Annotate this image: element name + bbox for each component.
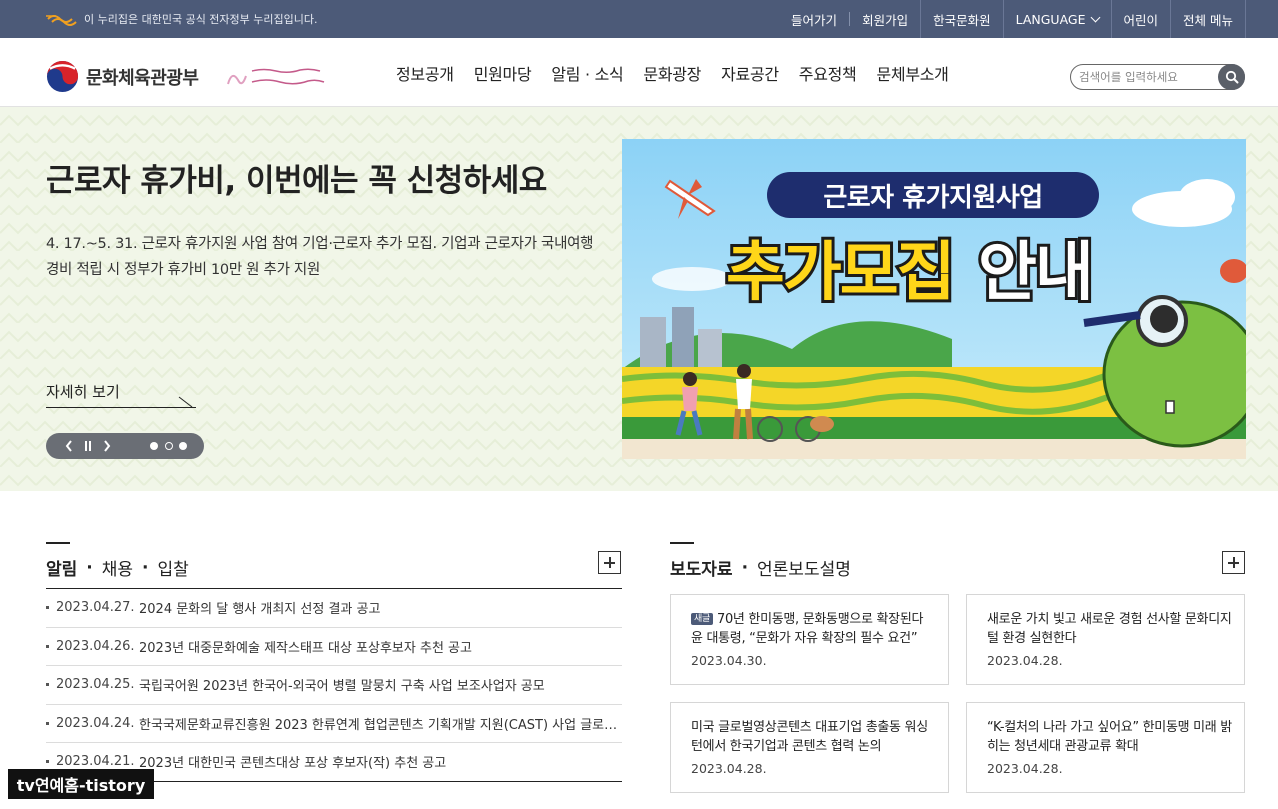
- slide-dot[interactable]: [179, 442, 187, 450]
- site-logo[interactable]: 문화체육관광부: [46, 60, 199, 93]
- bullet: [46, 606, 49, 610]
- item-title: 국립국어원 2023년 한국어-외국어 병렬 말뭉치 구축 사업 보조사업자 공…: [139, 679, 545, 695]
- hero-more-link[interactable]: 자세히 보기: [46, 381, 196, 408]
- gov-emblem-icon: [46, 15, 77, 26]
- banner-headline: 근로자 휴가지원사업: [767, 172, 1099, 218]
- utility-menu: 들어가기 회원가입 한국문화원 LANGUAGE 어린이 전체 메뉴: [779, 0, 1246, 38]
- notice-list: 2023.04.27. 2024 문화의 달 행사 개최지 선정 결과 공고 2…: [46, 588, 622, 782]
- chevron-left-icon: [65, 440, 72, 452]
- list-item[interactable]: 2023.04.24. 한국국제문화교류진흥원 2023 한류연계 협업콘텐츠 …: [46, 705, 622, 743]
- pause-slide-button[interactable]: [79, 433, 97, 459]
- section-accent-bar: [46, 542, 70, 544]
- notices-more-button[interactable]: [598, 551, 621, 574]
- search-icon: [1225, 70, 1238, 84]
- item-title: 2023년 대한민국 콘텐츠대상 포상 후보자(작) 추천 공고: [139, 756, 447, 772]
- press-card[interactable]: “K-컬처의 나라 가고 싶어요” 한미동맹 미래 밝히는 청년세대 관광교류 …: [966, 702, 1245, 793]
- item-title: 2024 문화의 달 행사 개최지 선정 결과 공고: [139, 602, 381, 618]
- korean-culture-center-link[interactable]: 한국문화원: [920, 0, 1003, 38]
- tab-separator: ·: [741, 557, 749, 578]
- tab-separator: ·: [86, 557, 93, 578]
- press-card-date: 2023.04.28.: [691, 761, 767, 776]
- nav-key-policies[interactable]: 주요정책: [799, 61, 857, 85]
- tab-separator: ·: [142, 557, 149, 578]
- press-card[interactable]: 새로운 가치 빛고 새로운 경험 선사할 문화디지털 환경 실현한다 2023.…: [966, 594, 1245, 685]
- watermark: tv연예홈-tistory: [8, 769, 154, 799]
- search-input[interactable]: [1079, 67, 1219, 87]
- item-date: 2023.04.27.: [56, 600, 135, 616]
- gov-notice: 이 누리집은 대한민국 공식 전자정부 누리집입니다.: [46, 0, 318, 38]
- hero-banner-image[interactable]: 근로자 휴가지원사업 추가모집 안내: [622, 139, 1246, 459]
- press-card-title-text: 70년 한미동맹, 문화동맹으로 확장된다 윤 대통령, “문화가 자유 확장의…: [691, 612, 924, 646]
- press-tabs: 보도자료 · 언론보도설명: [670, 555, 851, 581]
- search-button[interactable]: [1218, 64, 1245, 90]
- tab-recruitment[interactable]: 채용: [102, 555, 133, 580]
- bullet: [46, 721, 49, 725]
- nav-info-disclosure[interactable]: 정보공개: [396, 61, 454, 85]
- site-header: 문화체육관광부 정보공개 민원마당 알림 · 소식 문화광장 자료공간 주요정책…: [0, 38, 1278, 107]
- prev-slide-button[interactable]: [60, 433, 78, 459]
- hero-title: 근로자 휴가비, 이번에는 꼭 신청하세요: [46, 163, 547, 199]
- slider-controls: [46, 433, 204, 459]
- list-item[interactable]: 2023.04.25. 국립국어원 2023년 한국어-외국어 병렬 말뭉치 구…: [46, 666, 622, 705]
- press-card-title: “K-컬처의 나라 가고 싶어요” 한미동맹 미래 밝히는 청년세대 관광교류 …: [987, 720, 1232, 754]
- gov-notice-text: 이 누리집은 대한민국 공식 전자정부 누리집입니다.: [84, 13, 318, 26]
- press-more-button[interactable]: [1222, 551, 1245, 574]
- press-card-title: 새로운 가치 빛고 새로운 경험 선사할 문화디지털 환경 실현한다: [987, 612, 1232, 646]
- press-card[interactable]: 미국 글로벌영상콘텐츠 대표기업 총출동 워싱턴에서 한국기업과 콘텐츠 협력 …: [670, 702, 949, 793]
- banner-big-text-white: 안내: [975, 233, 1097, 313]
- kids-link[interactable]: 어린이: [1110, 0, 1171, 38]
- tab-press-explanation[interactable]: 언론보도설명: [757, 555, 851, 580]
- nav-resources[interactable]: 자료공간: [721, 61, 779, 85]
- all-menu-button[interactable]: 전체 메뉴: [1170, 0, 1246, 38]
- new-badge: 새글: [691, 613, 713, 625]
- signup-link[interactable]: 회원가입: [850, 0, 920, 38]
- press-card-title: 미국 글로벌영상콘텐츠 대표기업 총출동 워싱턴에서 한국기업과 콘텐츠 협력 …: [691, 720, 928, 754]
- banner-big-text-yellow: 추가모집: [723, 233, 959, 313]
- list-item[interactable]: 2023.04.26. 2023년 대중문화예술 제작스태프 대상 포상후보자 …: [46, 628, 622, 666]
- bullet: [46, 760, 49, 764]
- item-date: 2023.04.26.: [56, 638, 135, 654]
- tab-bidding[interactable]: 입찰: [158, 555, 189, 580]
- press-card-title: 새글 70년 한미동맹, 문화동맹으로 확장된다 윤 대통령, “문화가 자유 확…: [691, 610, 936, 648]
- bullet: [46, 683, 49, 687]
- slogan-image: [227, 68, 325, 85]
- search-box: [1070, 64, 1245, 90]
- item-title: 한국국제문화교류진흥원 2023 한류연계 협업콘텐츠 기획개발 지원(CAST…: [139, 717, 622, 733]
- bullet: [46, 644, 49, 648]
- tab-announcements[interactable]: 알림: [46, 555, 77, 580]
- section-accent-bar: [670, 542, 694, 544]
- site-logo-text: 문화체육관광부: [86, 67, 199, 89]
- slide-dot[interactable]: [165, 442, 173, 450]
- main-nav: 정보공개 민원마당 알림 · 소식 문화광장 자료공간 주요정책 문체부소개: [396, 38, 969, 107]
- notice-tabs: 알림 · 채용 · 입찰: [46, 555, 189, 581]
- chevron-right-icon: [104, 440, 111, 452]
- nav-civil-petition[interactable]: 민원마당: [474, 61, 532, 85]
- gov-notice-bar: 이 누리집은 대한민국 공식 전자정부 누리집입니다. 들어가기 회원가입 한국…: [0, 0, 1278, 38]
- nav-culture-plaza[interactable]: 문화광장: [643, 61, 701, 85]
- arrow-diagonal-icon: [178, 396, 193, 408]
- item-date: 2023.04.25.: [56, 677, 135, 693]
- item-date: 2023.04.21.: [56, 754, 135, 770]
- hero-more-label: 자세히 보기: [46, 383, 120, 401]
- item-title: 2023년 대중문화예술 제작스태프 대상 포상후보자 추천 공고: [139, 640, 472, 656]
- pause-icon: [85, 441, 91, 451]
- taegeuk-logo-icon: [46, 60, 79, 93]
- slide-dot[interactable]: [150, 442, 158, 450]
- nav-news[interactable]: 알림 · 소식: [551, 61, 623, 85]
- next-slide-button[interactable]: [98, 433, 116, 459]
- list-item[interactable]: 2023.04.27. 2024 문화의 달 행사 개최지 선정 결과 공고: [46, 589, 622, 628]
- hero-description: 4. 17.~5. 31. 근로자 휴가지원 사업 참여 기업·근로자 추가 모…: [46, 236, 594, 278]
- chevron-down-icon: [1090, 12, 1100, 22]
- language-dropdown[interactable]: LANGUAGE: [1002, 0, 1111, 38]
- nav-about-ministry[interactable]: 문체부소개: [876, 61, 948, 85]
- press-card-date: 2023.04.28.: [987, 761, 1063, 776]
- tab-press-release[interactable]: 보도자료: [670, 555, 733, 580]
- press-card-date: 2023.04.30.: [691, 653, 767, 668]
- language-label: LANGUAGE: [1015, 11, 1086, 27]
- press-card[interactable]: 새글 70년 한미동맹, 문화동맹으로 확장된다 윤 대통령, “문화가 자유 확…: [670, 594, 949, 685]
- login-link[interactable]: 들어가기: [779, 0, 849, 38]
- item-date: 2023.04.24.: [56, 715, 135, 731]
- hero-slider: 근로자 휴가비, 이번에는 꼭 신청하세요 4. 17.~5. 31. 근로자 …: [0, 107, 1278, 491]
- press-card-date: 2023.04.28.: [987, 653, 1063, 668]
